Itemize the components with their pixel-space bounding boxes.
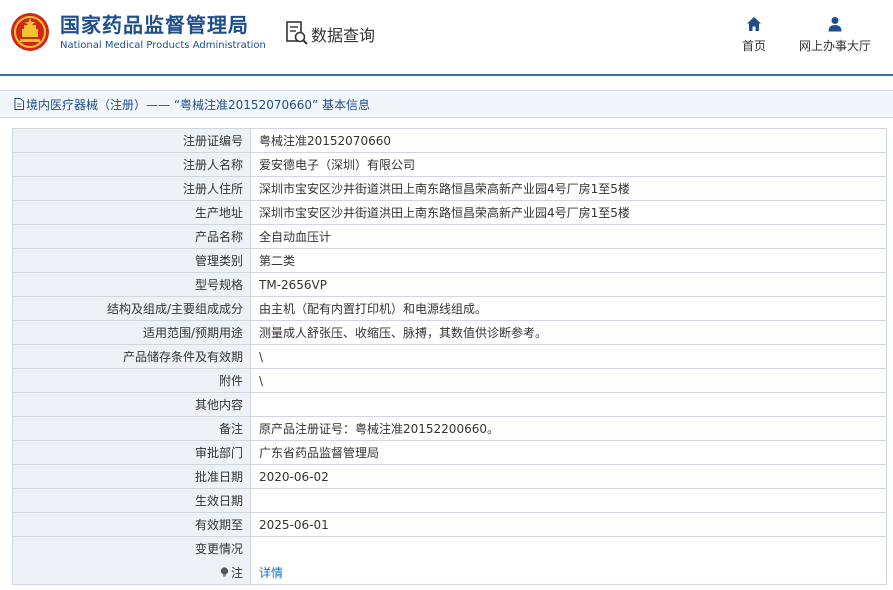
row-label: 产品名称 <box>12 224 251 249</box>
row-value: \ <box>250 368 887 393</box>
table-row: 结构及组成/主要组成成分 由主机（配有内置打印机）和电源线组成。 <box>12 296 887 321</box>
table-row: 管理类别 第二类 <box>12 248 887 273</box>
row-value: 深圳市宝安区沙井街道洪田上南东路恒昌荣高新产业园4号厂房1至5楼 <box>250 200 887 225</box>
brand-name-en: National Medical Products Administration <box>60 40 266 51</box>
row-label: 适用范围/预期用途 <box>12 320 251 345</box>
brand[interactable]: 国家药品监督管理局 National Medical Products Admi… <box>60 13 266 52</box>
nav-online-service-hall-label: 网上办事大厅 <box>798 39 871 53</box>
table-row: 附件 \ <box>12 368 887 393</box>
table-row: 产品储存条件及有效期 \ <box>12 344 887 369</box>
nav-online-service-hall[interactable]: 网上办事大厅 <box>796 16 874 54</box>
row-label: 结构及组成/主要组成成分 <box>12 296 251 321</box>
row-value: 原产品注册证号：粤械注准20152200660。 <box>250 416 887 441</box>
data-query-label: 数据查询 <box>311 26 376 45</box>
table-row: 审批部门 广东省药品监督管理局 <box>12 440 887 465</box>
row-value <box>250 392 887 417</box>
row-label-cell: 注 <box>12 560 251 585</box>
table-row: 批准日期 2020-06-02 <box>12 464 887 489</box>
row-value <box>250 536 887 561</box>
row-value <box>250 488 887 513</box>
site-header: 国家药品监督管理局 National Medical Products Admi… <box>0 0 893 76</box>
table-row: 备注 原产品注册证号：粤械注准20152200660。 <box>12 416 887 441</box>
row-label: 产品储存条件及有效期 <box>12 344 251 369</box>
row-value: 深圳市宝安区沙井街道洪田上南东路恒昌荣高新产业园4号厂房1至5楼 <box>250 176 887 201</box>
table-row: 生效日期 <box>12 488 887 513</box>
row-value: \ <box>250 344 887 369</box>
row-label: 注册人住所 <box>12 176 251 201</box>
table-row: 其他内容 <box>12 392 887 417</box>
data-query-link[interactable]: 数据查询 <box>286 20 375 48</box>
row-label: 其他内容 <box>12 392 251 417</box>
row-label: 附件 <box>12 368 251 393</box>
table-row: 注册人名称 爱安德电子（深圳）有限公司 <box>12 152 887 177</box>
home-icon <box>747 17 761 31</box>
row-value: 爱安德电子（深圳）有限公司 <box>250 152 887 177</box>
details-link[interactable]: 详情 <box>259 566 283 580</box>
row-label: 生产地址 <box>12 200 251 225</box>
table-row: 变更情况 <box>12 536 887 561</box>
row-label: 型号规格 <box>12 272 251 297</box>
row-value: 测量成人舒张压、收缩压、脉搏，其数值供诊断参考。 <box>250 320 887 345</box>
national-emblem-logo[interactable] <box>10 12 50 52</box>
row-label: 注册人名称 <box>12 152 251 177</box>
table-row-note: 注 详情 <box>12 560 887 585</box>
table-row: 有效期至 2025-06-01 <box>12 512 887 537</box>
table-row: 注册人住所 深圳市宝安区沙井街道洪田上南东路恒昌荣高新产业园4号厂房1至5楼 <box>12 176 887 201</box>
table-row: 注册证编号 粤械注准20152070660 <box>12 128 887 153</box>
row-value: 全自动血压计 <box>250 224 887 249</box>
row-label: 注册证编号 <box>12 128 251 153</box>
row-value: 第二类 <box>250 248 887 273</box>
row-value: 2020-06-02 <box>250 464 887 489</box>
table-row: 产品名称 全自动血压计 <box>12 224 887 249</box>
registration-detail-table: 注册证编号 粤械注准20152070660 注册人名称 爱安德电子（深圳）有限公司 注册… <box>12 128 887 585</box>
table-row: 生产地址 深圳市宝安区沙井街道洪田上南东路恒昌荣高新产业园4号厂房1至5楼 <box>12 200 887 225</box>
row-label: 有效期至 <box>12 512 251 537</box>
nav-home-label: 首页 <box>741 39 766 53</box>
row-value-cell: 详情 <box>251 561 887 585</box>
breadcrumb-text: 境内医疗器械（注册）—— “粤械注准20152070660” 基本信息 <box>26 97 371 112</box>
bulb-icon <box>220 567 229 577</box>
user-icon <box>828 17 842 32</box>
data-query-icon <box>286 21 308 45</box>
row-label: 管理类别 <box>12 248 251 273</box>
row-label: 备注 <box>12 416 251 441</box>
row-value: 粤械注准20152070660 <box>259 134 391 148</box>
row-value: TM-2656VP <box>250 272 887 297</box>
table-row: 型号规格 TM-2656VP <box>12 272 887 297</box>
row-label: 生效日期 <box>12 488 251 513</box>
row-label: 审批部门 <box>12 440 251 465</box>
breadcrumb: 境内医疗器械（注册）—— “粤械注准20152070660” 基本信息 <box>0 90 893 118</box>
row-value: 广东省药品监督管理局 <box>250 440 887 465</box>
row-label: 批准日期 <box>12 464 251 489</box>
nav-home[interactable]: 首页 <box>739 16 769 54</box>
row-label: 变更情况 <box>12 536 251 561</box>
row-value: 2025-06-01 <box>250 512 887 537</box>
row-value: 由主机（配有内置打印机）和电源线组成。 <box>250 296 887 321</box>
note-label: 注 <box>230 565 243 580</box>
document-icon <box>14 98 24 110</box>
brand-name-cn: 国家药品监督管理局 <box>60 13 249 37</box>
table-row: 适用范围/预期用途 测量成人舒张压、收缩压、脉搏，其数值供诊断参考。 <box>12 320 887 345</box>
